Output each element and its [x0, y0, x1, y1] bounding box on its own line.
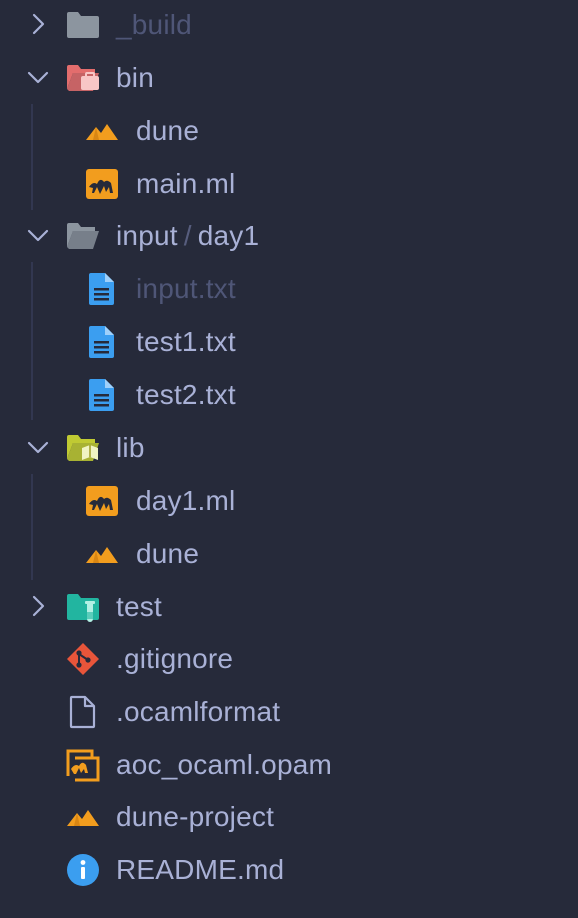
ocaml-icon [85, 167, 119, 201]
tree-item-label: day1.ml [136, 485, 236, 516]
tree-item-label: lib [116, 432, 145, 463]
tree-item-dune-project-file[interactable]: dune-project [0, 790, 578, 843]
file-explorer-tree: _build bin dune main.ml input / day1 inp… [0, 0, 578, 918]
tree-item-label: _build [116, 9, 192, 40]
path-separator: / [183, 220, 192, 251]
chevron-down-icon[interactable] [26, 65, 50, 89]
dune-icon [66, 800, 100, 834]
info-icon [66, 853, 100, 887]
tree-item-label: main.ml [136, 168, 236, 199]
tree-item-gitignore-file[interactable]: .gitignore [0, 632, 578, 685]
file-icon [66, 695, 100, 729]
tree-item-label: aoc_ocaml.opam [116, 749, 333, 780]
tree-item-label: test [116, 591, 162, 622]
tree-item-input-folder[interactable]: input / day1 [0, 209, 578, 262]
folder-lib-icon [66, 431, 100, 465]
ocaml-icon [85, 484, 119, 518]
chevron-down-icon[interactable] [26, 223, 50, 247]
tree-item-label: dune-project [116, 801, 275, 832]
tree-item-dune-file[interactable]: dune [0, 527, 578, 580]
tree-item-label: test2.txt [136, 379, 236, 410]
folder-name-input: input [116, 220, 178, 251]
chevron-down-icon[interactable] [26, 435, 50, 459]
text-file-icon [85, 325, 119, 359]
tree-item-label: input.txt [136, 273, 236, 304]
tree-item-label: dune [136, 538, 200, 569]
tree-item-label: dune [136, 115, 200, 146]
text-file-icon [85, 272, 119, 306]
tree-item-input-txt-file[interactable]: input.txt [0, 262, 578, 315]
tree-item-lib-folder[interactable]: lib [0, 421, 578, 474]
chevron-right-icon[interactable] [26, 594, 50, 618]
chevron-right-icon[interactable] [26, 12, 50, 36]
tree-item-test1-txt-file[interactable]: test1.txt [0, 315, 578, 368]
folder-name-day1: day1 [197, 220, 260, 251]
text-file-icon [85, 378, 119, 412]
tree-item-day1-ml-file[interactable]: day1.ml [0, 474, 578, 527]
tree-item-label: input / day1 [116, 209, 259, 262]
tree-item-readme-file[interactable]: README.md [0, 843, 578, 896]
tree-item-main-ml-file[interactable]: main.ml [0, 157, 578, 210]
dune-icon [85, 114, 119, 148]
opam-icon [66, 748, 100, 782]
dune-icon [85, 537, 119, 571]
folder-icon [66, 8, 100, 42]
tree-item-label: README.md [116, 854, 285, 885]
tree-item-label: .gitignore [116, 643, 234, 674]
tree-item-test-folder[interactable]: test [0, 580, 578, 633]
tree-item-bin-folder[interactable]: bin [0, 51, 578, 104]
folder-test-icon [66, 590, 100, 624]
folder-bin-icon [66, 61, 100, 95]
tree-item-build-folder[interactable]: _build [0, 0, 578, 51]
tree-item-label: .ocamlformat [116, 696, 281, 727]
tree-item-label: bin [116, 62, 154, 93]
tree-item-opam-file[interactable]: aoc_ocaml.opam [0, 738, 578, 791]
tree-item-dune-file[interactable]: dune [0, 104, 578, 157]
git-icon [66, 642, 100, 676]
tree-item-ocamlformat-file[interactable]: .ocamlformat [0, 685, 578, 738]
folder-open-icon [66, 219, 100, 253]
tree-item-test2-txt-file[interactable]: test2.txt [0, 368, 578, 421]
tree-item-label: test1.txt [136, 326, 236, 357]
